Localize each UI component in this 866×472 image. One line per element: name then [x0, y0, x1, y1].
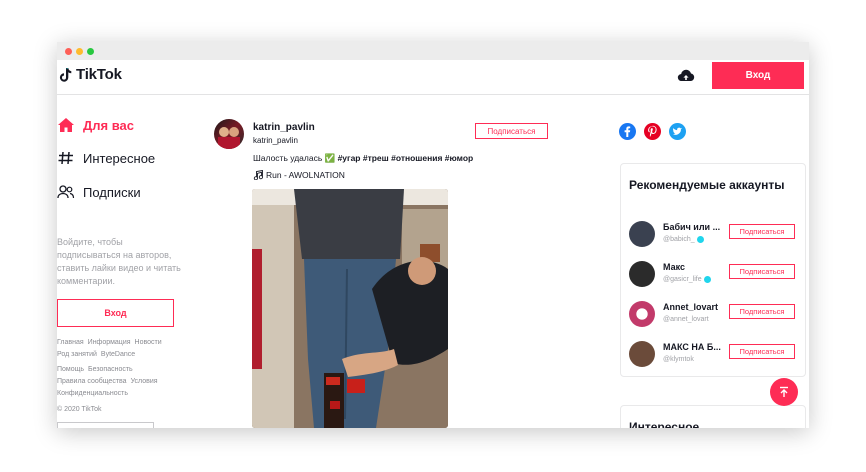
footer-link[interactable]: ByteDance	[101, 351, 135, 358]
caption-hashtags[interactable]: #угар #треш #отношения #юмор	[338, 153, 474, 163]
account-name[interactable]: МАКС НА Б...	[663, 342, 721, 352]
account-avatar[interactable]	[629, 341, 655, 367]
footer-link[interactable]: Главная	[57, 339, 84, 346]
post-caption: Шалость удалась ✅ #угар #треш #отношения…	[253, 153, 473, 164]
nav-label-following: Подписки	[83, 184, 141, 200]
login-button[interactable]: Вход	[712, 62, 804, 89]
recommended-title: Рекомендуемые аккаунты	[629, 178, 785, 192]
cloud-upload-icon[interactable]	[677, 67, 695, 85]
follow-button[interactable]: Подписаться	[475, 123, 548, 139]
account-name[interactable]: Макс	[663, 262, 685, 272]
account-handle-text: @babich_	[663, 236, 695, 243]
footer-links-row-2: Род занятий ByteDance	[57, 349, 139, 361]
nav-item-discover[interactable]: Интересное	[57, 150, 155, 166]
sidebar-login-button[interactable]: Вход	[57, 299, 174, 327]
account-avatar[interactable]	[629, 221, 655, 247]
login-hint-text: Войдите, чтобы подписываться на авторов,…	[57, 237, 181, 286]
post-avatar[interactable]	[214, 119, 244, 149]
tiktok-logo[interactable]: TikTok	[59, 66, 122, 83]
recommended-account[interactable]: МАКС НА Б... @klymtok Подписаться	[629, 339, 799, 369]
close-window-button[interactable]	[65, 48, 72, 55]
post-music[interactable]: Run - AWOLNATION	[253, 170, 345, 180]
recommended-account[interactable]: Бабич или ... @babich_ Подписаться	[629, 219, 799, 249]
account-handle-text: @annet_lovart	[663, 316, 709, 323]
footer-link[interactable]: Условия	[131, 378, 158, 385]
maximize-window-button[interactable]	[87, 48, 94, 55]
discover-panel: Интересное	[620, 405, 806, 428]
pinterest-icon[interactable]	[644, 123, 661, 140]
recommended-account[interactable]: Макс @gasicr_life Подписаться	[629, 259, 799, 289]
account-name[interactable]: Бабич или ...	[663, 222, 720, 232]
account-name[interactable]: Annet_lovart	[663, 302, 718, 312]
footer-link[interactable]: Новости	[135, 339, 162, 346]
account-avatar[interactable]	[629, 301, 655, 327]
twitter-icon[interactable]	[669, 123, 686, 140]
footer-links-row-3: Помощь Безопасность	[57, 364, 137, 376]
arrow-up-icon	[780, 386, 788, 397]
caption-text: Шалость удалась ✅	[253, 153, 336, 163]
footer-links-row-5: Конфиденциальность	[57, 388, 132, 400]
copyright: © 2020 TikTok	[57, 406, 102, 413]
footer-link[interactable]: Информация	[88, 339, 131, 346]
footer-link[interactable]: Помощь	[57, 366, 84, 373]
nav-label-discover: Интересное	[83, 150, 156, 166]
discover-title: Интересное	[629, 420, 700, 428]
avatar-image	[218, 127, 240, 149]
scroll-to-top-button[interactable]	[770, 378, 798, 406]
footer-link[interactable]: Безопасность	[88, 366, 133, 373]
account-handle-text: @gasicr_life	[663, 276, 702, 283]
facebook-glyph	[624, 126, 631, 137]
browser-window: TikTok Вход Для вас Интересное Подписки …	[57, 42, 809, 428]
logo-text: TikTok	[76, 66, 122, 83]
recommended-account[interactable]: Annet_lovart @annet_lovart Подписаться	[629, 299, 799, 329]
verified-icon	[703, 276, 711, 283]
footer-links-row-4: Правила сообщества Условия	[57, 376, 162, 388]
follow-account-button[interactable]: Подписаться	[729, 264, 795, 279]
facebook-icon[interactable]	[619, 123, 636, 140]
home-icon	[58, 118, 74, 132]
follow-account-button[interactable]: Подписаться	[729, 304, 795, 319]
twitter-glyph	[672, 127, 682, 135]
tiktok-note-icon	[59, 67, 72, 82]
recommended-accounts-panel: Рекомендуемые аккаунты Бабич или ... @ba…	[620, 163, 806, 377]
nav-label-for-you: Для вас	[83, 117, 134, 133]
account-handle-text: @klymtok	[663, 356, 694, 363]
account-handle: @annet_lovart	[663, 316, 709, 323]
account-handle: @gasicr_life	[663, 276, 711, 283]
verified-icon	[696, 236, 704, 243]
title-bar	[57, 42, 809, 60]
post-nickname[interactable]: katrin_pavlin	[253, 136, 298, 145]
footer-link[interactable]: Правила сообщества	[57, 378, 127, 385]
users-icon	[57, 185, 75, 199]
hashtag-icon	[58, 151, 73, 165]
account-handle: @babich_	[663, 236, 704, 243]
music-title: Run - AWOLNATION	[266, 170, 345, 180]
top-header: TikTok Вход	[57, 60, 809, 95]
account-handle: @klymtok	[663, 356, 694, 363]
music-note-icon	[253, 170, 263, 180]
follow-account-button[interactable]: Подписаться	[729, 224, 795, 239]
follow-account-button[interactable]: Подписаться	[729, 344, 795, 359]
video-frame	[252, 189, 448, 428]
pinterest-glyph	[648, 125, 657, 137]
nav-item-following[interactable]: Подписки	[57, 184, 141, 200]
account-avatar[interactable]	[629, 261, 655, 287]
footer-links-row-1: Главная Информация Новости	[57, 337, 166, 349]
language-select[interactable]	[57, 422, 154, 428]
footer-link[interactable]: Конфиденциальность	[57, 390, 128, 397]
post-username[interactable]: katrin_pavlin	[253, 122, 315, 133]
footer-link[interactable]: Род занятий	[57, 351, 97, 358]
nav-item-for-you[interactable]: Для вас	[57, 117, 134, 133]
minimize-window-button[interactable]	[76, 48, 83, 55]
video-player[interactable]	[252, 189, 448, 428]
